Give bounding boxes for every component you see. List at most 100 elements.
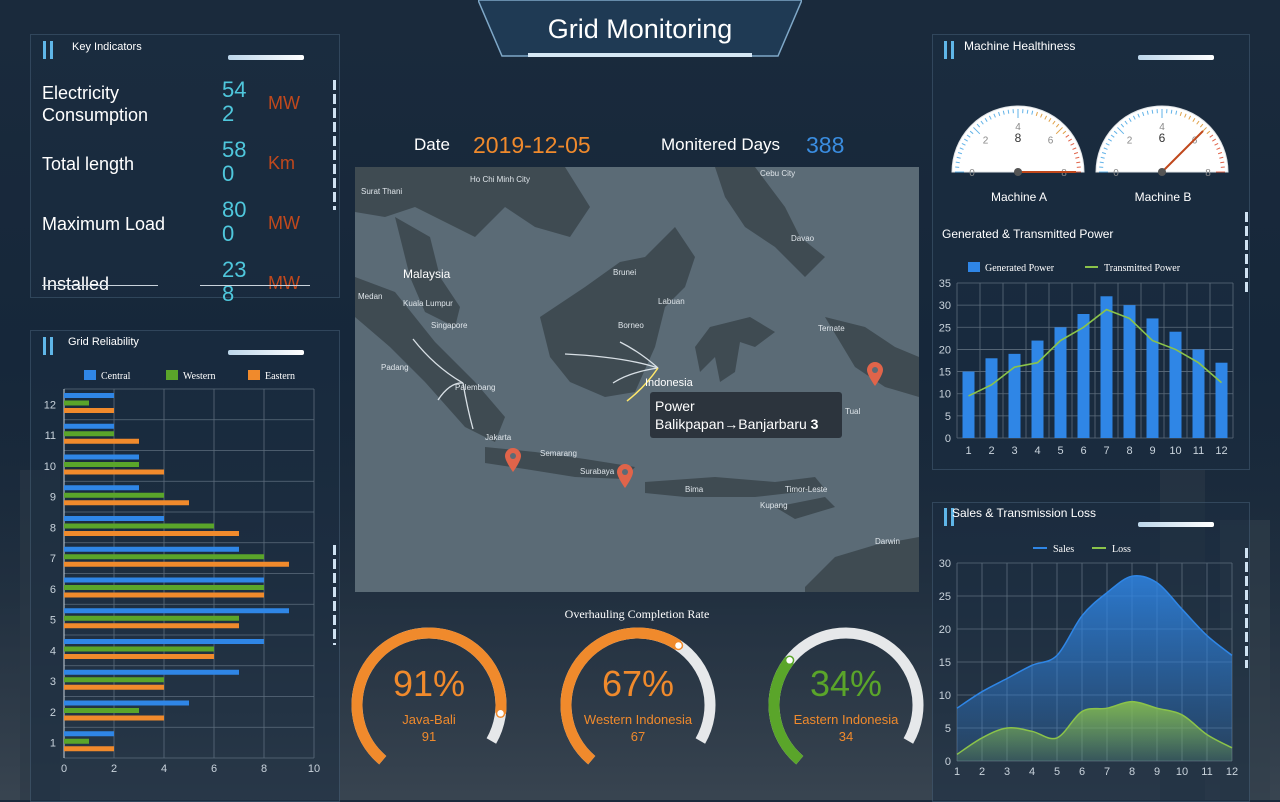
- indicator-label: Maximum Load: [42, 213, 165, 235]
- gauge-hub: [1014, 168, 1022, 176]
- scroll-decoration: [333, 80, 336, 210]
- bar: [64, 439, 139, 444]
- tooltip-title: Power: [655, 398, 695, 414]
- y-tick-label: 35: [939, 278, 951, 290]
- y-tick-label: 25: [939, 591, 951, 603]
- title-decoration: [1138, 55, 1214, 60]
- bar: [64, 708, 139, 713]
- page-title: Grid Monitoring: [478, 14, 802, 45]
- gauge-name: Western Indonesia: [560, 712, 716, 727]
- y-tick-label: 9: [50, 492, 56, 504]
- gauge-name: Java-Bali: [351, 712, 507, 727]
- legend-label: Transmitted Power: [1104, 263, 1181, 274]
- bar: [64, 608, 289, 613]
- bar: [64, 524, 214, 529]
- y-tick-label: 25: [939, 322, 951, 334]
- x-tick-label: 8: [1126, 445, 1132, 457]
- map-pin-icon[interactable]: [866, 361, 884, 387]
- bar: [64, 424, 114, 429]
- gauge-value-label: 6: [1159, 131, 1166, 145]
- bar: [64, 500, 189, 505]
- map-label: Indonesia: [645, 377, 693, 389]
- map-label: Davao: [791, 234, 814, 243]
- legend-label: Central: [101, 371, 131, 382]
- bar: [1101, 296, 1113, 438]
- gauge-tick: [1220, 162, 1224, 163]
- bar: [986, 358, 998, 438]
- x-tick-label: 6: [1079, 766, 1085, 778]
- panel-marker-icon: [43, 337, 55, 355]
- x-tick-label: 7: [1104, 766, 1110, 778]
- bar: [64, 401, 89, 406]
- y-tick-label: 0: [945, 433, 951, 445]
- x-tick-label: 4: [161, 763, 167, 775]
- gauge-knob: [674, 641, 682, 649]
- grid-reliability-chart: CentralWesternEastern0246810123456789101…: [35, 365, 335, 785]
- gauge-tick: [1152, 110, 1153, 114]
- gauge-tick-label: 6: [1048, 135, 1054, 146]
- bar: [64, 408, 114, 413]
- y-tick-label: 6: [50, 584, 56, 596]
- bar: [64, 739, 89, 744]
- map-label: Palembang: [455, 383, 495, 392]
- machine-gauges: 024688024686: [944, 98, 1234, 180]
- indicator-unit: Km: [268, 153, 295, 174]
- x-tick-label: 0: [61, 763, 67, 775]
- gauge-tick-label: 2: [983, 135, 989, 146]
- sales-loss-chart: SalesLoss051015202530123456789101112: [935, 537, 1245, 782]
- map-label: Singapore: [431, 321, 467, 330]
- gauge-percent: 67%: [560, 663, 716, 705]
- map-label: Semarang: [540, 449, 577, 458]
- bar: [64, 547, 239, 552]
- gen-trans-chart: Generated PowerTransmitted Power05101520…: [935, 255, 1245, 460]
- x-tick-label: 3: [1004, 766, 1010, 778]
- map-label: Padang: [381, 363, 409, 372]
- overhaul-title: Overhauling Completion Rate: [355, 607, 919, 622]
- bar: [64, 639, 264, 644]
- indicator-unit: MW: [268, 273, 300, 294]
- legend-swatch: [166, 370, 178, 380]
- x-tick-label: 6: [211, 763, 217, 775]
- gauge-tick-label: 0: [969, 168, 975, 179]
- divider: [200, 285, 310, 286]
- x-tick-label: 4: [1029, 766, 1035, 778]
- bar: [64, 455, 139, 460]
- bar: [64, 554, 264, 559]
- x-tick-label: 10: [308, 763, 320, 775]
- y-tick-label: 4: [50, 645, 56, 657]
- map-label: Timor-Leste: [785, 485, 827, 494]
- tooltip-route: Balikpapan→Banjarbaru 3: [655, 416, 818, 432]
- y-tick-label: 20: [939, 624, 951, 636]
- indicator-value: 542: [222, 78, 254, 126]
- date-label: Date: [414, 135, 450, 155]
- tooltip-route-name: Balikpapan→Banjarbaru: [655, 416, 807, 432]
- map-label: Malaysia: [403, 267, 450, 281]
- x-tick-label: 5: [1057, 445, 1063, 457]
- map-pin-icon[interactable]: [616, 463, 634, 489]
- monitored-days-value: 388: [806, 132, 844, 159]
- x-tick-label: 3: [1011, 445, 1017, 457]
- bar: [64, 470, 164, 475]
- gauge-percent: 34%: [768, 663, 924, 705]
- y-tick-label: 2: [50, 707, 56, 719]
- map-pin-icon[interactable]: [504, 447, 522, 473]
- indonesia-map[interactable]: Surat Thani Ho Chi Minh City Cebu City M…: [355, 167, 919, 592]
- gauge-tick-label: 2: [1127, 135, 1133, 146]
- legend-label: Eastern: [265, 371, 295, 382]
- legend-label: Western: [183, 371, 216, 382]
- bar: [64, 593, 264, 598]
- bar: [64, 516, 164, 521]
- y-tick-label: 7: [50, 553, 56, 565]
- map-label: Tual: [845, 407, 860, 416]
- y-tick-label: 5: [945, 723, 951, 735]
- y-tick-label: 10: [939, 690, 951, 702]
- map-label: Ternate: [818, 324, 845, 333]
- bar: [64, 716, 164, 721]
- x-tick-label: 4: [1034, 445, 1040, 457]
- y-tick-label: 30: [939, 300, 951, 312]
- machine-health-title: Machine Healthiness: [964, 39, 1075, 53]
- panel-marker-icon: [43, 41, 55, 59]
- bar: [64, 731, 114, 736]
- map-label: Kupang: [760, 501, 788, 510]
- machine-b-label: Machine B: [1104, 190, 1222, 204]
